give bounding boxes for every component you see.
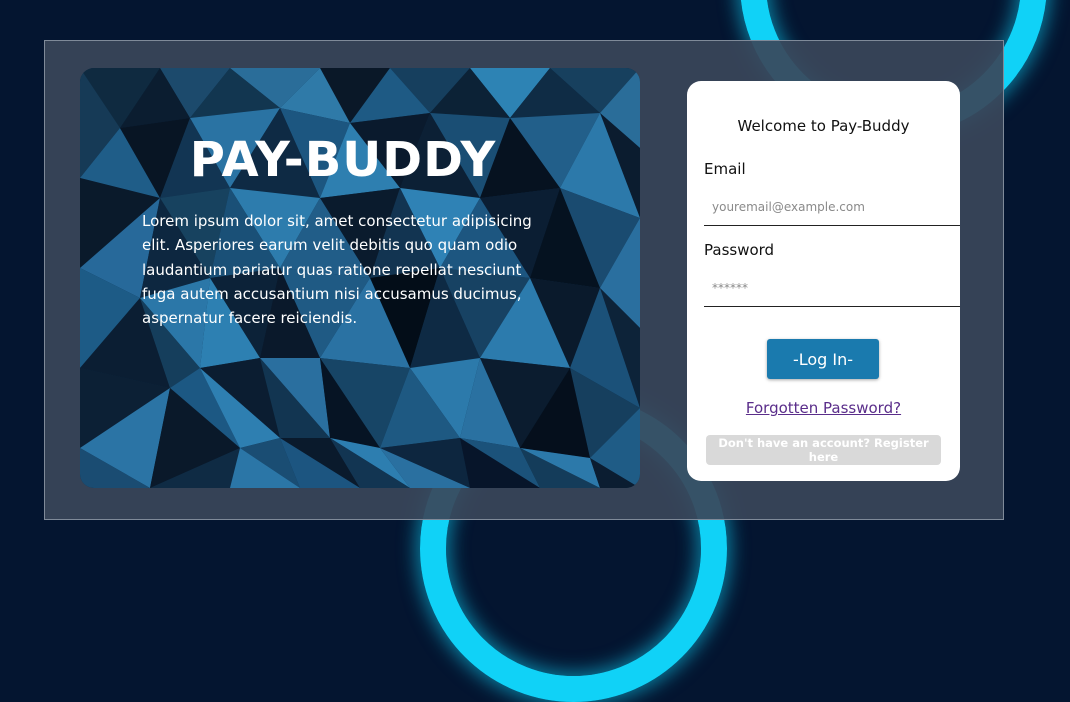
register-button[interactable]: Don't have an account? Register here (706, 435, 941, 465)
login-card: Welcome to Pay-Buddy Email Password -Log… (687, 81, 960, 481)
login-button[interactable]: -Log In- (767, 339, 879, 379)
forgot-password-link[interactable]: Forgotten Password? (687, 399, 960, 417)
welcome-heading: Welcome to Pay-Buddy (737, 117, 910, 135)
hero-banner: PAY-BUDDY Lorem ipsum dolor sit, amet co… (80, 68, 640, 488)
password-field[interactable] (704, 269, 960, 307)
brand-title: PAY-BUDDY (189, 132, 497, 188)
hero-description: Lorem ipsum dolor sit, amet consectetur … (142, 212, 532, 328)
email-label: Email (704, 160, 746, 178)
main-panel: PAY-BUDDY Lorem ipsum dolor sit, amet co… (44, 40, 1004, 520)
email-field[interactable] (704, 188, 960, 226)
password-label: Password (704, 241, 775, 259)
